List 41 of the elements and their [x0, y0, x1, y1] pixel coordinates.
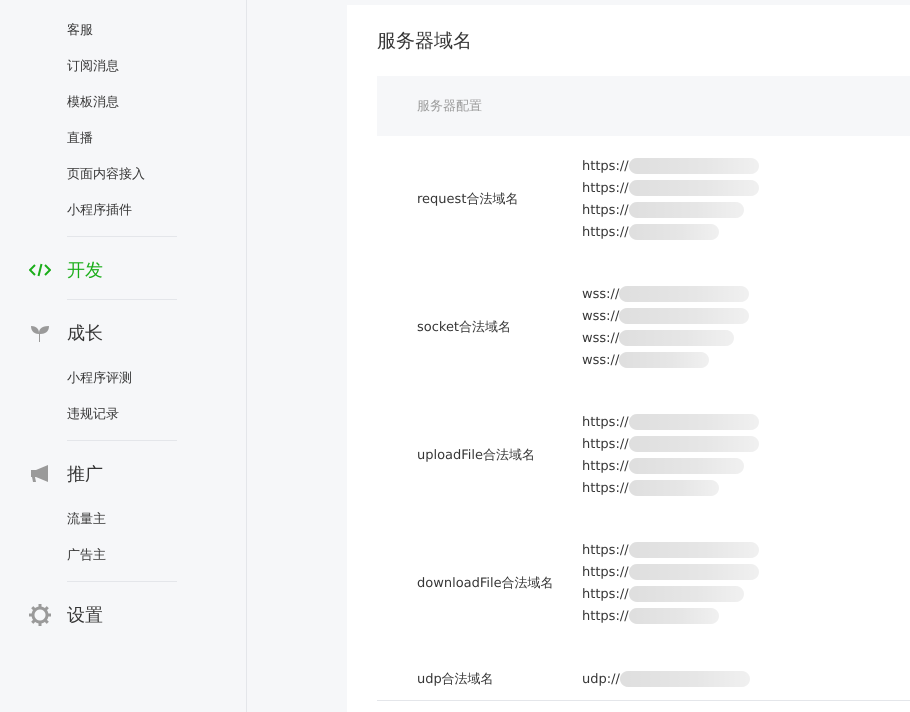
domain-prefix: https://	[582, 608, 629, 624]
sidebar-item[interactable]: 流量主	[67, 502, 106, 538]
column-header: 服务器配置	[417, 98, 482, 115]
sidebar-item[interactable]: 广告主	[67, 538, 106, 574]
domain-prefix: wss://	[582, 330, 620, 346]
sidebar-group[interactable]: 设置	[67, 603, 103, 627]
domain-prefix: https://	[582, 586, 629, 602]
code-icon	[28, 262, 50, 278]
domain-prefix: https://	[582, 224, 629, 240]
sidebar-group[interactable]: 推广	[67, 462, 103, 486]
sidebar-item[interactable]: 客服	[67, 13, 93, 49]
domain-prefix: https://	[582, 564, 629, 580]
row-label: udp合法域名	[416, 671, 495, 688]
sprout-icon	[30, 324, 50, 342]
sidebar-item[interactable]: 页面内容接入	[67, 157, 145, 193]
domain-prefix: https://	[582, 414, 629, 430]
row-label: downloadFile合法域名	[416, 575, 555, 592]
domain-prefix: https://	[582, 542, 629, 558]
sidebar-item[interactable]: 小程序评测	[67, 361, 132, 397]
domain-prefix: https://	[582, 158, 629, 174]
sidebar-item[interactable]: 违规记录	[67, 397, 119, 433]
domain-prefix: udp://	[582, 672, 620, 686]
domain-prefix: https://	[582, 480, 629, 496]
domain-prefix: wss://	[582, 286, 620, 302]
sidebar-group[interactable]: 成长	[67, 321, 103, 345]
domain-prefix: https://	[582, 458, 629, 474]
domain-prefix: https://	[582, 180, 629, 196]
settings-icon	[28, 604, 50, 626]
sidebar-item[interactable]: 小程序插件	[67, 193, 132, 229]
sidebar-item[interactable]: 模板消息	[67, 85, 119, 121]
row-label: socket合法域名	[416, 319, 512, 336]
row-label: uploadFile合法域名	[416, 447, 536, 464]
card-title: 服务器域名	[377, 29, 473, 54]
megaphone-icon	[30, 465, 50, 483]
sidebar-item[interactable]: 订阅消息	[67, 49, 119, 85]
domain-prefix: https://	[582, 202, 629, 218]
domain-prefix: wss://	[582, 352, 620, 368]
domain-prefix: https://	[582, 436, 629, 452]
sidebar-item[interactable]: 直播	[67, 121, 93, 157]
domain-prefix: wss://	[582, 308, 620, 324]
row-label: request合法域名	[416, 191, 520, 208]
